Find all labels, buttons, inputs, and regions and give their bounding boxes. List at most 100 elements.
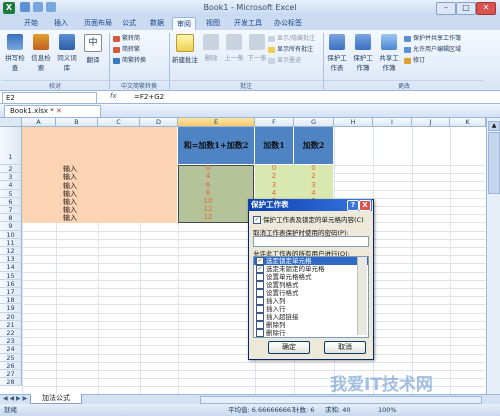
addend2-value-cell[interactable]: 2 bbox=[294, 172, 333, 180]
row-header-25[interactable]: 25 bbox=[0, 353, 22, 362]
addend1-value-cell[interactable]: 4 bbox=[255, 189, 293, 197]
tab-home[interactable]: 开始 bbox=[20, 17, 42, 29]
zoom-level[interactable]: 100% bbox=[378, 404, 397, 416]
sum-value-cell[interactable]: 6 bbox=[178, 181, 238, 189]
permission-option[interactable]: 插入列 bbox=[254, 297, 368, 305]
row-header-18[interactable]: 18 bbox=[0, 296, 22, 305]
row-header-23[interactable]: 23 bbox=[0, 337, 22, 346]
show-all-comments-button[interactable]: 显示所有批注 bbox=[268, 45, 313, 54]
column-header-C[interactable]: C bbox=[98, 118, 140, 127]
permission-option[interactable]: ✓ 选定未锁定的单元格 bbox=[254, 265, 368, 273]
row-header-1[interactable]: 1 bbox=[0, 127, 22, 165]
column-header-J[interactable]: J bbox=[412, 118, 450, 127]
minimize-button[interactable]: – bbox=[436, 2, 456, 15]
row-header-10[interactable]: 10 bbox=[0, 230, 22, 239]
row-header-8[interactable]: 8 bbox=[0, 214, 22, 223]
formula-input[interactable]: =F2+G2 bbox=[134, 92, 164, 102]
protect-sheet-button[interactable]: 保护工作表 bbox=[325, 34, 349, 72]
permission-option[interactable]: 设置单元格格式 bbox=[254, 273, 368, 281]
column-header-A[interactable]: A bbox=[22, 118, 56, 127]
row-header-4[interactable]: 4 bbox=[0, 181, 22, 190]
input-label-cell[interactable]: 输入 bbox=[60, 213, 80, 223]
permission-checkbox[interactable] bbox=[256, 297, 264, 305]
cell-E1[interactable]: 和=加数1+加数2 bbox=[178, 127, 254, 164]
row-header-21[interactable]: 21 bbox=[0, 320, 22, 329]
cell-F1[interactable]: 加数1 bbox=[255, 127, 293, 164]
spell-check-button[interactable]: 拼写检查 bbox=[4, 34, 26, 72]
scroll-up-icon[interactable]: ▲ bbox=[488, 121, 500, 131]
trad-to-simp-button[interactable]: 繁转简 bbox=[113, 34, 140, 43]
column-header-E[interactable]: E bbox=[178, 118, 255, 127]
delete-comment-button[interactable]: 删除 bbox=[201, 34, 221, 62]
protect-workbook-button[interactable]: 保护工作簿 bbox=[351, 34, 375, 72]
thesaurus-button[interactable]: 同义词库 bbox=[56, 34, 78, 72]
show-hide-comment-button[interactable]: 显示/隐藏批注 bbox=[268, 34, 315, 43]
row-header-16[interactable]: 16 bbox=[0, 279, 22, 288]
permissions-list[interactable]: ✓ 选定锁定单元格 ✓ 选定未锁定的单元格 设置单元格格式 设置列格式 设置行格式 插入列 插入… bbox=[253, 256, 369, 338]
addend2-value-cell[interactable]: 4 bbox=[294, 189, 333, 197]
simp-trad-convert-button[interactable]: 简繁转换 bbox=[113, 56, 146, 65]
permission-option[interactable]: 插入行 bbox=[254, 305, 368, 313]
column-header-H[interactable]: H bbox=[334, 118, 373, 127]
tab-formulas[interactable]: 公式 bbox=[118, 17, 140, 29]
tab-review[interactable]: 审阅 bbox=[172, 17, 196, 30]
share-workbook-button[interactable]: 共享工作簿 bbox=[377, 34, 401, 72]
new-comment-button[interactable]: 新建批注 bbox=[172, 34, 198, 64]
permission-checkbox[interactable] bbox=[256, 313, 264, 321]
tab-data[interactable]: 数据 bbox=[146, 17, 168, 29]
permission-checkbox[interactable] bbox=[256, 289, 264, 297]
row-header-12[interactable]: 12 bbox=[0, 247, 22, 256]
sum-value-cell[interactable]: 0 bbox=[178, 164, 238, 172]
row-header-26[interactable]: 26 bbox=[0, 361, 22, 370]
sum-value-cell[interactable]: 12 bbox=[178, 205, 238, 213]
dialog-close-button[interactable]: X bbox=[359, 200, 371, 211]
protect-share-workbook-button[interactable]: 保护并共享工作簿 bbox=[404, 34, 461, 43]
addend2-value-cell[interactable]: 0 bbox=[294, 164, 333, 172]
translate-button[interactable]: 中翻译 bbox=[82, 34, 104, 64]
permission-option[interactable]: 删除行 bbox=[254, 329, 368, 337]
row-header-14[interactable]: 14 bbox=[0, 263, 22, 272]
name-box[interactable]: E2 bbox=[2, 92, 97, 104]
row-header-3[interactable]: 3 bbox=[0, 173, 22, 182]
sheet-tab-addition[interactable]: 加法公式 bbox=[30, 394, 82, 404]
permissions-scrollbar[interactable] bbox=[357, 257, 367, 335]
permission-option[interactable]: 删除列 bbox=[254, 321, 368, 329]
row-header-24[interactable]: 24 bbox=[0, 345, 22, 354]
next-comment-button[interactable]: 下一条 bbox=[246, 34, 268, 62]
previous-comment-button[interactable]: 上一条 bbox=[223, 34, 245, 62]
research-button[interactable]: 信息检索 bbox=[30, 34, 52, 72]
permission-checkbox[interactable] bbox=[256, 273, 264, 281]
select-all-corner[interactable] bbox=[0, 118, 22, 127]
show-ink-button[interactable]: 显示墨迹 bbox=[268, 56, 301, 65]
addend1-value-cell[interactable]: 3 bbox=[255, 181, 293, 189]
tab-office-tab[interactable]: 办公标签 bbox=[270, 17, 306, 29]
track-changes-button[interactable]: 修订 bbox=[404, 56, 425, 65]
column-header-F[interactable]: F bbox=[255, 118, 294, 127]
permission-option[interactable]: 设置列格式 bbox=[254, 281, 368, 289]
permission-checkbox[interactable] bbox=[256, 321, 264, 329]
row-header-7[interactable]: 7 bbox=[0, 206, 22, 215]
sum-value-cell[interactable]: 10 bbox=[178, 197, 238, 205]
password-input[interactable] bbox=[253, 236, 369, 247]
row-header-13[interactable]: 13 bbox=[0, 255, 22, 264]
column-header-D[interactable]: D bbox=[140, 118, 178, 127]
tab-page-layout[interactable]: 页面布局 bbox=[80, 17, 116, 29]
ok-button[interactable]: 确定 bbox=[268, 341, 310, 354]
sum-value-cell[interactable]: 8 bbox=[178, 189, 238, 197]
row-header-22[interactable]: 22 bbox=[0, 329, 22, 338]
column-header-I[interactable]: I bbox=[373, 118, 412, 127]
column-header-K[interactable]: K bbox=[450, 118, 486, 127]
input-label-region[interactable] bbox=[22, 127, 177, 223]
row-header-20[interactable]: 20 bbox=[0, 312, 22, 321]
document-tab[interactable]: Book1.xlsx * ✕ bbox=[4, 105, 101, 117]
sum-value-cell[interactable]: 4 bbox=[178, 172, 238, 180]
row-header-17[interactable]: 17 bbox=[0, 288, 22, 297]
row-header-11[interactable]: 11 bbox=[0, 238, 22, 247]
row-header-2[interactable]: 2 bbox=[0, 165, 22, 174]
protect-contents-check[interactable]: ✓ bbox=[253, 216, 261, 224]
cell-G1[interactable]: 加数2 bbox=[294, 127, 333, 164]
tab-developer[interactable]: 开发工具 bbox=[230, 17, 266, 29]
row-header-19[interactable]: 19 bbox=[0, 304, 22, 313]
horizontal-scrollbar[interactable] bbox=[200, 396, 482, 404]
addend2-value-cell[interactable]: 3 bbox=[294, 181, 333, 189]
